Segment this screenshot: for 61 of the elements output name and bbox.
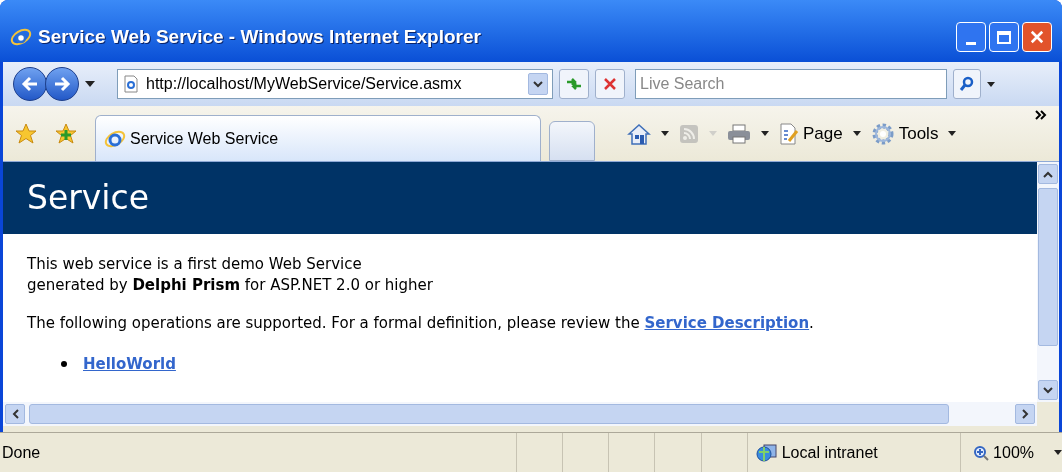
add-favorite-icon[interactable] (55, 123, 77, 145)
browser-logo-icon (10, 26, 32, 48)
vertical-scrollbar[interactable] (1037, 162, 1059, 402)
security-zone-text: Local intranet (781, 442, 878, 463)
feed-icon (679, 123, 699, 144)
page-heading: Service (27, 177, 149, 220)
tools-button[interactable]: Tools (870, 120, 957, 147)
document-icon (779, 122, 799, 145)
status-text: Done (1, 442, 42, 463)
page-icon (122, 75, 140, 93)
scroll-down-icon[interactable] (1043, 386, 1053, 394)
address-field[interactable]: http://localhost/MyWebService/Service.asmx (117, 69, 553, 99)
gear-icon (870, 121, 895, 146)
more-chevron-icon[interactable] (1035, 110, 1047, 120)
intro-text: generated by Delphi Prism for ASP.NET 2.0 or higher (27, 275, 434, 296)
search-icon (959, 76, 975, 92)
refresh-button[interactable] (559, 69, 589, 99)
forward-button[interactable] (45, 67, 79, 101)
operations-text: The following operations are supported. For a formal definition, please review the (27, 314, 640, 332)
horizontal-scrollbar[interactable] (3, 402, 1037, 426)
printer-icon (727, 123, 751, 144)
stop-button[interactable] (595, 69, 625, 99)
address-dropdown-button[interactable] (528, 73, 548, 95)
minimize-button[interactable] (956, 22, 986, 52)
intro-text: This web service is a first demo Web Service (27, 254, 363, 275)
browser-tab[interactable]: Service Web Service (95, 115, 541, 161)
forward-arrow-icon (53, 76, 71, 92)
scroll-right-icon[interactable] (1021, 409, 1029, 419)
scroll-left-icon[interactable] (11, 409, 19, 419)
close-icon (1030, 30, 1044, 44)
refresh-arrows-icon (565, 76, 583, 92)
caret-icon (761, 131, 769, 136)
print-button[interactable] (727, 123, 769, 144)
network-globe-icon (755, 441, 778, 464)
caret-icon (709, 131, 717, 136)
page-button[interactable]: Page (779, 120, 861, 147)
caret-icon (661, 131, 669, 136)
service-description-link[interactable]: Service Description (644, 314, 810, 332)
zoom-icon[interactable] (973, 444, 990, 461)
history-dropdown-icon[interactable] (85, 81, 95, 87)
zoom-dropdown-icon[interactable] (1054, 450, 1062, 455)
favorites-star-icon[interactable] (15, 123, 37, 145)
home-icon (627, 122, 651, 145)
scroll-up-icon[interactable] (1043, 170, 1053, 178)
close-button[interactable] (1022, 22, 1052, 52)
maximize-button[interactable] (989, 22, 1019, 52)
caret-icon (948, 131, 957, 136)
back-button[interactable] (13, 67, 47, 101)
operation-link[interactable]: HelloWorld (83, 352, 176, 375)
bullet-icon (61, 360, 67, 367)
back-arrow-icon (21, 76, 39, 92)
caret-icon (852, 131, 861, 136)
search-options-icon[interactable] (987, 81, 995, 87)
caret-icon (533, 80, 543, 88)
search-button[interactable] (953, 69, 981, 99)
zoom-level-text[interactable]: 100% (993, 440, 1034, 465)
home-button[interactable] (627, 122, 669, 145)
search-field[interactable]: Live Search (635, 69, 947, 99)
stop-icon (603, 77, 617, 91)
period-text: . (809, 314, 814, 332)
window-title: Service Web Service - Windows Internet Explorer (38, 24, 482, 49)
